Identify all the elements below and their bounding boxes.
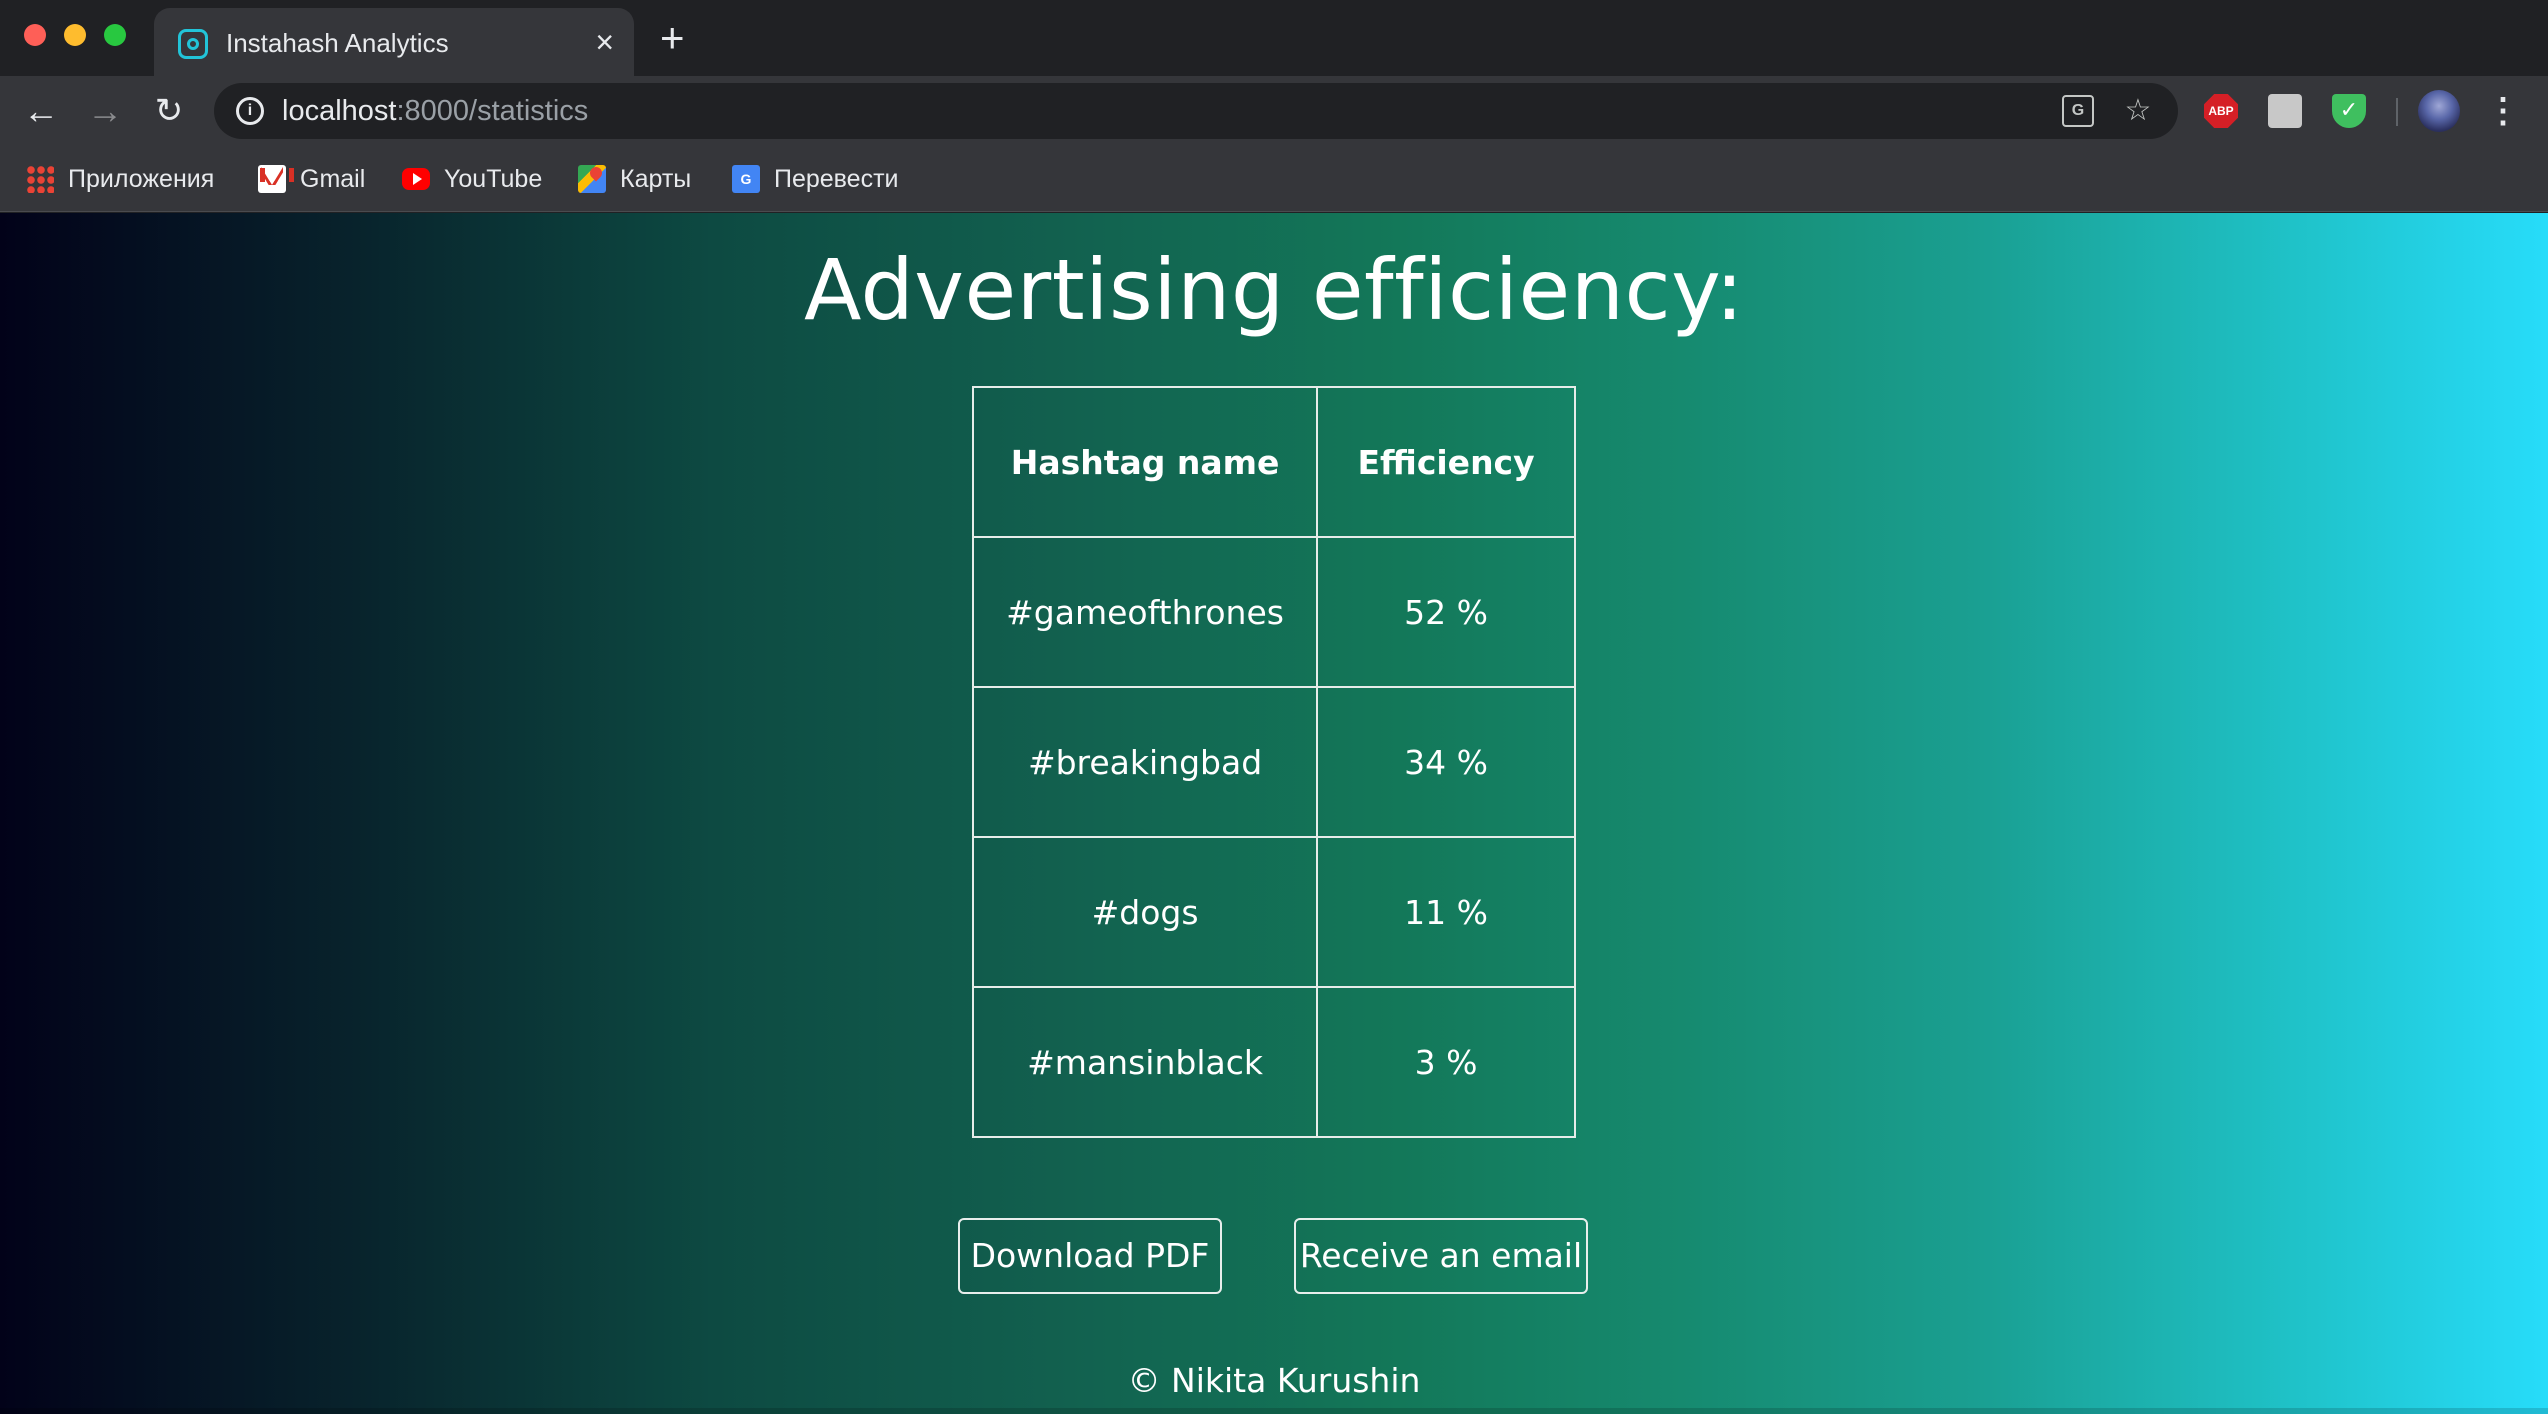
- efficiency-cell: 3 %: [1316, 986, 1576, 1138]
- hashtag-cell: #dogs: [971, 836, 1319, 988]
- tab-close-icon[interactable]: ×: [595, 22, 614, 62]
- adblock-extension-icon[interactable]: ABP: [2204, 94, 2238, 128]
- address-bar[interactable]: i localhost:8000/statistics G ☆: [214, 83, 2178, 139]
- url-text[interactable]: localhost:8000/statistics: [282, 95, 588, 128]
- bookmark-label: YouTube: [444, 164, 543, 193]
- shield-extension-icon[interactable]: ✓: [2332, 94, 2366, 128]
- bookmark-youtube[interactable]: YouTube: [402, 160, 542, 198]
- efficiency-cell: 34 %: [1316, 686, 1576, 838]
- bookmark-translate[interactable]: G Перевести: [732, 160, 899, 198]
- tab-title: Instahash Analytics: [226, 28, 449, 58]
- bookmark-maps[interactable]: Карты: [578, 160, 691, 198]
- more-menu-icon[interactable]: ⋮: [2486, 90, 2520, 132]
- page-title: Advertising efficiency:: [803, 241, 1745, 339]
- gmail-icon: [258, 165, 294, 193]
- bookmark-apps[interactable]: Приложения: [26, 160, 214, 198]
- bookmark-label: Карты: [620, 164, 692, 193]
- forward-button[interactable]: →: [84, 90, 126, 132]
- download-pdf-button[interactable]: Download PDF: [958, 1218, 1222, 1294]
- footer-copyright: © Nikita Kurushin: [1127, 1361, 1421, 1400]
- url-path: :8000/statistics: [396, 95, 589, 127]
- extension-icon[interactable]: [2268, 94, 2302, 128]
- bookmark-star-icon[interactable]: ☆: [2122, 95, 2154, 127]
- table-row: #breakingbad 34 %: [971, 686, 1576, 838]
- browser-toolbar: ← → ↻ i localhost:8000/statistics G ☆ AB…: [0, 76, 2548, 146]
- table-row: #gameofthrones 52 %: [971, 536, 1576, 688]
- translate-icon: G: [732, 165, 760, 193]
- hashtag-cell: #breakingbad: [971, 686, 1319, 838]
- hashtag-cell: #mansinblack: [971, 986, 1319, 1138]
- youtube-icon: [402, 168, 430, 190]
- close-window-button[interactable]: [24, 24, 46, 46]
- efficiency-table: Hashtag name Efficiency #gameofthrones 5…: [971, 386, 1576, 1138]
- header-hashtag-name: Hashtag name: [971, 386, 1319, 538]
- bookmark-label: Gmail: [300, 164, 366, 193]
- url-host: localhost: [282, 95, 397, 127]
- instagram-icon: [178, 29, 208, 59]
- page-content: Advertising efficiency: Hashtag name Eff…: [0, 213, 2548, 1414]
- maps-icon: [578, 165, 606, 193]
- new-tab-button[interactable]: +: [660, 16, 685, 60]
- table-header-row: Hashtag name Efficiency: [971, 386, 1576, 538]
- header-efficiency: Efficiency: [1316, 386, 1576, 538]
- efficiency-cell: 52 %: [1316, 536, 1576, 688]
- bookmarks-bar: Приложения Gmail YouTube Карты G Перевес…: [0, 146, 2548, 212]
- bookmark-label: Приложения: [68, 164, 215, 193]
- tab-bar: Instahash Analytics × +: [0, 0, 2548, 76]
- toolbar-divider: [2396, 98, 2398, 126]
- translate-page-icon[interactable]: G: [2062, 95, 2094, 127]
- bookmark-gmail[interactable]: Gmail: [258, 160, 365, 198]
- apps-icon: [26, 165, 54, 193]
- active-tab[interactable]: Instahash Analytics ×: [154, 8, 634, 76]
- back-button[interactable]: ←: [20, 90, 62, 132]
- reload-button[interactable]: ↻: [148, 90, 190, 132]
- efficiency-cell: 11 %: [1316, 836, 1576, 988]
- table-row: #mansinblack 3 %: [971, 986, 1576, 1138]
- receive-email-button[interactable]: Receive an email: [1294, 1218, 1588, 1294]
- table-row: #dogs 11 %: [971, 836, 1576, 988]
- profile-avatar[interactable]: [2418, 90, 2460, 132]
- bookmark-label: Перевести: [774, 164, 899, 193]
- info-icon[interactable]: i: [236, 97, 264, 125]
- hashtag-cell: #gameofthrones: [971, 536, 1319, 688]
- maximize-window-button[interactable]: [104, 24, 126, 46]
- minimize-window-button[interactable]: [64, 24, 86, 46]
